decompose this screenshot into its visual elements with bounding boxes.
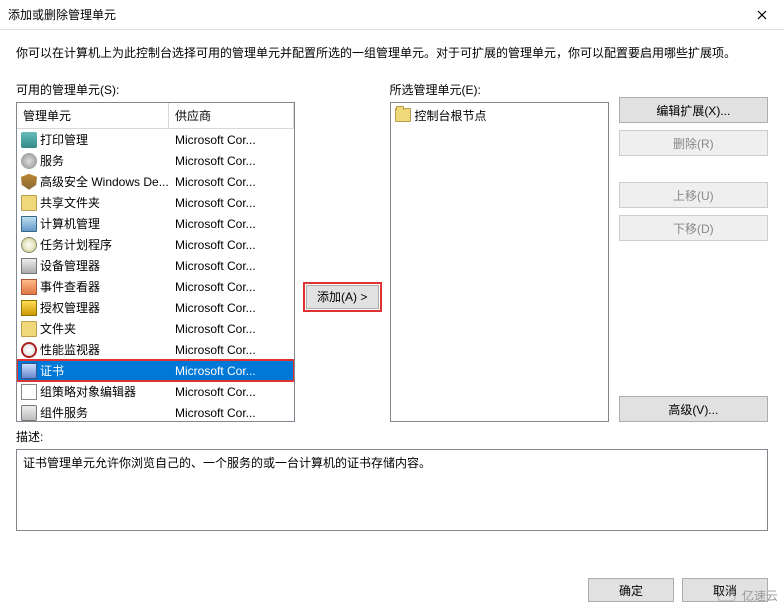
window-title: 添加或删除管理单元 — [8, 6, 116, 23]
list-item[interactable]: 高级安全 Windows De...Microsoft Cor... — [17, 171, 294, 192]
description-label: 描述: — [16, 428, 768, 445]
snapin-name: 事件查看器 — [40, 278, 169, 295]
snapin-vendor: Microsoft Cor... — [169, 280, 294, 294]
snapin-icon — [21, 195, 37, 211]
snapin-icon — [21, 279, 37, 295]
snapin-name: 计算机管理 — [40, 215, 169, 232]
cancel-button[interactable]: 取消 — [682, 578, 768, 602]
snapin-icon — [21, 258, 37, 274]
snapin-vendor: Microsoft Cor... — [169, 301, 294, 315]
edit-extensions-button[interactable]: 编辑扩展(X)... — [619, 97, 768, 123]
column-header-name[interactable]: 管理单元 — [17, 103, 169, 128]
snapin-vendor: Microsoft Cor... — [169, 259, 294, 273]
folder-icon — [395, 108, 411, 122]
close-icon — [757, 10, 767, 20]
ok-button[interactable]: 确定 — [588, 578, 674, 602]
intro-text: 你可以在计算机上为此控制台选择可用的管理单元并配置所选的一组管理单元。对于可扩展… — [0, 30, 784, 63]
column-header-vendor[interactable]: 供应商 — [169, 103, 294, 128]
snapin-icon — [21, 174, 37, 190]
snapin-vendor: Microsoft Cor... — [169, 238, 294, 252]
snapin-name: 组件服务 — [40, 404, 169, 421]
snapin-name: 文件夹 — [40, 320, 169, 337]
snapin-icon — [21, 216, 37, 232]
snapin-icon — [21, 153, 37, 169]
available-label: 可用的管理单元(S): — [16, 81, 295, 98]
move-down-button: 下移(D) — [619, 215, 768, 241]
list-item[interactable]: 任务计划程序Microsoft Cor... — [17, 234, 294, 255]
description-text: 证书管理单元允许你浏览自己的、一个服务的或一台计算机的证书存储内容。 — [23, 456, 431, 470]
add-button[interactable]: 添加(A) > — [306, 285, 379, 309]
snapin-icon — [21, 237, 37, 253]
snapin-name: 证书 — [40, 362, 169, 379]
list-item[interactable]: 文件夹Microsoft Cor... — [17, 318, 294, 339]
advanced-button[interactable]: 高级(V)... — [619, 396, 768, 422]
snapin-icon — [21, 132, 37, 148]
tree-root-label: 控制台根节点 — [415, 107, 487, 124]
list-item[interactable]: 性能监视器Microsoft Cor... — [17, 339, 294, 360]
list-item[interactable]: 授权管理器Microsoft Cor... — [17, 297, 294, 318]
snapin-name: 设备管理器 — [40, 257, 169, 274]
snapin-vendor: Microsoft Cor... — [169, 385, 294, 399]
list-item[interactable]: 证书Microsoft Cor... — [17, 360, 294, 381]
list-header: 管理单元 供应商 — [17, 103, 294, 129]
snapin-icon — [21, 363, 37, 379]
snapin-name: 授权管理器 — [40, 299, 169, 316]
list-item[interactable]: 服务Microsoft Cor... — [17, 150, 294, 171]
snapin-vendor: Microsoft Cor... — [169, 133, 294, 147]
remove-button: 删除(R) — [619, 130, 768, 156]
selected-label: 所选管理单元(E): — [390, 81, 609, 98]
list-item[interactable]: 共享文件夹Microsoft Cor... — [17, 192, 294, 213]
snapin-icon — [21, 300, 37, 316]
snapin-vendor: Microsoft Cor... — [169, 217, 294, 231]
list-item[interactable]: 事件查看器Microsoft Cor... — [17, 276, 294, 297]
snapin-vendor: Microsoft Cor... — [169, 406, 294, 420]
description-box: 证书管理单元允许你浏览自己的、一个服务的或一台计算机的证书存储内容。 — [16, 449, 768, 531]
list-item[interactable]: 打印管理Microsoft Cor... — [17, 129, 294, 150]
snapin-name: 打印管理 — [40, 131, 169, 148]
snapin-vendor: Microsoft Cor... — [169, 196, 294, 210]
snapin-name: 高级安全 Windows De... — [40, 173, 169, 190]
snapin-name: 任务计划程序 — [40, 236, 169, 253]
move-up-button: 上移(U) — [619, 182, 768, 208]
snapin-name: 服务 — [40, 152, 169, 169]
snapin-vendor: Microsoft Cor... — [169, 343, 294, 357]
snapin-name: 共享文件夹 — [40, 194, 169, 211]
list-item[interactable]: 组件服务Microsoft Cor... — [17, 402, 294, 421]
titlebar: 添加或删除管理单元 — [0, 0, 784, 30]
snapin-name: 性能监视器 — [40, 341, 169, 358]
available-snapins-list[interactable]: 管理单元 供应商 打印管理Microsoft Cor...服务Microsoft… — [16, 102, 295, 422]
selected-snapins-tree[interactable]: 控制台根节点 — [390, 102, 609, 422]
snapin-icon — [21, 405, 37, 421]
snapin-vendor: Microsoft Cor... — [169, 175, 294, 189]
snapin-vendor: Microsoft Cor... — [169, 364, 294, 378]
snapin-name: 组策略对象编辑器 — [40, 383, 169, 400]
snapin-icon — [21, 321, 37, 337]
list-item[interactable]: 设备管理器Microsoft Cor... — [17, 255, 294, 276]
list-item[interactable]: 组策略对象编辑器Microsoft Cor... — [17, 381, 294, 402]
snapin-vendor: Microsoft Cor... — [169, 154, 294, 168]
tree-root-node[interactable]: 控制台根节点 — [393, 105, 606, 125]
snapin-icon — [21, 384, 37, 400]
close-button[interactable] — [739, 0, 784, 30]
list-item[interactable]: 计算机管理Microsoft Cor... — [17, 213, 294, 234]
snapin-vendor: Microsoft Cor... — [169, 322, 294, 336]
snapin-icon — [21, 342, 37, 358]
